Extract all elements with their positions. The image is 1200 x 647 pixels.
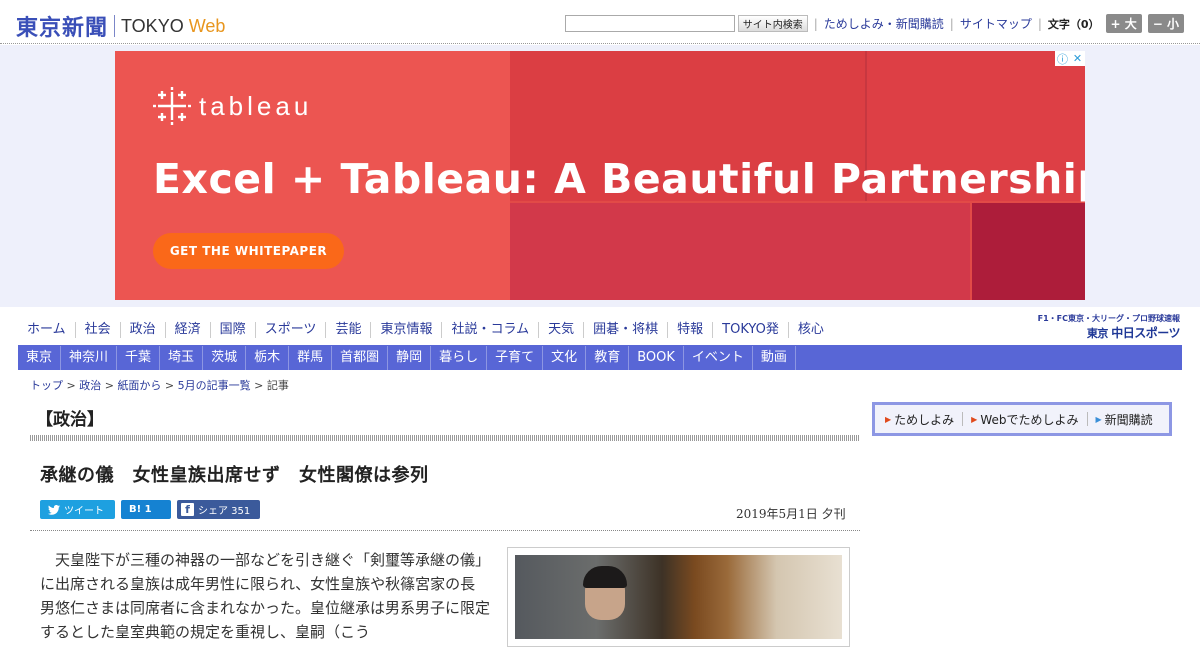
section-divider <box>30 435 860 441</box>
hatena-bookmark-button[interactable]: B! 1 <box>121 500 171 519</box>
nav-weather[interactable]: 天気 <box>538 322 583 338</box>
nav-ibaraki[interactable]: 茨城 <box>203 345 247 370</box>
nav-chiba[interactable]: 千葉 <box>117 345 161 370</box>
ad-close-icon[interactable]: ✕ <box>1070 51 1085 66</box>
header-tools: サイト内検索 | ためしよみ・新聞購読 | サイトマップ | 文字（0） + 大… <box>564 14 1184 33</box>
promo-prefix: 東京 <box>1086 327 1109 340</box>
nav-entertainment[interactable]: 芸能 <box>325 322 370 338</box>
logo-divider <box>114 15 116 37</box>
arrow-right-icon: ▶ <box>885 414 892 424</box>
hatena-label: B! 1 <box>129 504 152 515</box>
nav-tokyo[interactable]: 東京 <box>18 345 62 370</box>
nav-go-shogi[interactable]: 囲碁・将棋 <box>583 322 667 338</box>
section-title: 【政治】 <box>36 410 104 430</box>
nav-kanagawa[interactable]: 神奈川 <box>61 345 118 370</box>
web-trial-read-link[interactable]: Webでためしよみ <box>980 411 1078 428</box>
tableau-cross-icon <box>153 87 191 125</box>
nav-shizuoka[interactable]: 静岡 <box>388 345 432 370</box>
font-size-decrease-button[interactable]: − 小 <box>1147 14 1184 33</box>
nav-tochigi[interactable]: 栃木 <box>246 345 290 370</box>
sitemap-link[interactable]: サイトマップ <box>960 15 1032 32</box>
nav-video[interactable]: 動画 <box>753 345 796 370</box>
trial-read-link[interactable]: ためしよみ <box>894 411 954 428</box>
article-divider <box>30 530 860 531</box>
header-divider: | <box>1037 16 1042 31</box>
nav-culture[interactable]: 文化 <box>543 345 587 370</box>
nav-politics[interactable]: 政治 <box>119 322 165 338</box>
nav-parenting[interactable]: 子育て <box>487 345 544 370</box>
header-divider: | <box>813 16 818 31</box>
facebook-share-button[interactable]: f シェア 351 <box>177 500 260 519</box>
nav-economy[interactable]: 経済 <box>164 322 210 338</box>
breadcrumb-politics[interactable]: 政治 <box>79 379 101 392</box>
font-size-increase-button[interactable]: + 大 <box>1105 14 1142 33</box>
subscribe-link[interactable]: 新聞購読 <box>1105 411 1153 428</box>
logo-web: Web <box>188 15 226 36</box>
site-search-button[interactable]: サイト内検索 <box>737 15 808 32</box>
nav-education[interactable]: 教育 <box>586 345 630 370</box>
breadcrumb: トップ > 政治 > 紙面から > 5月の記事一覧 > 記事 <box>30 379 289 392</box>
nav-book[interactable]: BOOK <box>629 345 684 370</box>
ad-headline: Excel + Tableau: A Beautiful Partnership <box>153 155 1085 203</box>
article-date: 2019年5月1日 夕刊 <box>736 507 846 521</box>
nav-tokyo-info[interactable]: 東京情報 <box>370 322 441 338</box>
nav-tokyo-hatsu[interactable]: TOKYO発 <box>712 322 788 338</box>
arrow-right-icon: ▶ <box>1095 414 1102 424</box>
breadcrumb-may-list[interactable]: 5月の記事一覧 <box>178 379 251 392</box>
arrow-right-icon: ▶ <box>971 414 978 424</box>
site-logo[interactable]: 東京新聞 TOKYO Web <box>16 10 225 42</box>
nav-saitama[interactable]: 埼玉 <box>160 345 204 370</box>
photo-image <box>515 555 842 639</box>
nav-shutoken[interactable]: 首都圏 <box>332 345 389 370</box>
twitter-bird-icon <box>48 504 60 515</box>
nav-international[interactable]: 国際 <box>209 322 255 338</box>
nav-events[interactable]: イベント <box>684 345 753 370</box>
facebook-share-label: シェア 351 <box>198 506 251 517</box>
breadcrumb-print[interactable]: 紙面から <box>117 379 161 392</box>
get-whitepaper-button[interactable]: GET THE WHITEPAPER <box>153 233 344 269</box>
tableau-banner-ad[interactable]: tableau Excel + Tableau: A Beautiful Par… <box>115 51 1085 300</box>
nav-sports[interactable]: スポーツ <box>254 322 326 338</box>
facebook-icon: f <box>181 503 194 516</box>
nav-gunma[interactable]: 群馬 <box>289 345 333 370</box>
font-size-label: 文字（0） <box>1047 17 1100 31</box>
primary-nav: ホーム 社会 政治 経済 国際 スポーツ 芸能 東京情報 社説・コラム 天気 囲… <box>18 318 833 342</box>
promo-tagline: F1・FC東京・大リーグ・プロ野球速報 <box>1037 314 1180 323</box>
article-photo[interactable] <box>507 547 850 647</box>
promo-title: 中日スポーツ <box>1111 326 1180 340</box>
share-buttons: ツイート B! 1 f シェア 351 <box>40 500 266 519</box>
site-search-input[interactable] <box>564 15 735 32</box>
logo-english: TOKYO <box>121 15 184 36</box>
tweet-label: ツイート <box>64 506 104 517</box>
article-title: 承継の儀 女性皇族出席せず 女性閣僚は参列 <box>40 465 429 486</box>
site-header: 東京新聞 TOKYO Web サイト内検索 | ためしよみ・新聞購読 | サイト… <box>0 0 1200 44</box>
breadcrumb-current: 記事 <box>266 379 289 392</box>
nav-society[interactable]: 社会 <box>74 322 120 338</box>
tableau-wordmark: tableau <box>199 90 313 121</box>
tableau-logo: tableau <box>153 87 312 125</box>
ad-controls: ⓘ ✕ <box>1055 51 1085 66</box>
header-divider: | <box>949 16 954 31</box>
subscription-box: ▶ ためしよみ ▶ Webでためしよみ ▶ 新聞購読 <box>872 402 1172 436</box>
nav-tokuho[interactable]: 特報 <box>667 322 712 338</box>
chunichi-sports-promo[interactable]: F1・FC東京・大リーグ・プロ野球速報 東京 中日スポーツ <box>1025 313 1181 341</box>
tweet-button[interactable]: ツイート <box>40 500 115 519</box>
breadcrumb-top[interactable]: トップ <box>30 379 63 392</box>
logo-japanese: 東京新聞 <box>16 15 109 41</box>
nav-home[interactable]: ホーム <box>18 322 75 338</box>
nav-living[interactable]: 暮らし <box>431 345 488 370</box>
nav-kakushin[interactable]: 核心 <box>787 322 833 338</box>
trial-subscribe-link[interactable]: ためしよみ・新聞購読 <box>824 15 944 32</box>
nav-editorial[interactable]: 社説・コラム <box>441 322 538 338</box>
ad-container: tableau Excel + Tableau: A Beautiful Par… <box>0 45 1200 307</box>
secondary-nav: 東京 神奈川 千葉 埼玉 茨城 栃木 群馬 首都圏 静岡 暮らし 子育て 文化 … <box>18 345 1182 370</box>
ad-info-icon[interactable]: ⓘ <box>1055 51 1070 66</box>
